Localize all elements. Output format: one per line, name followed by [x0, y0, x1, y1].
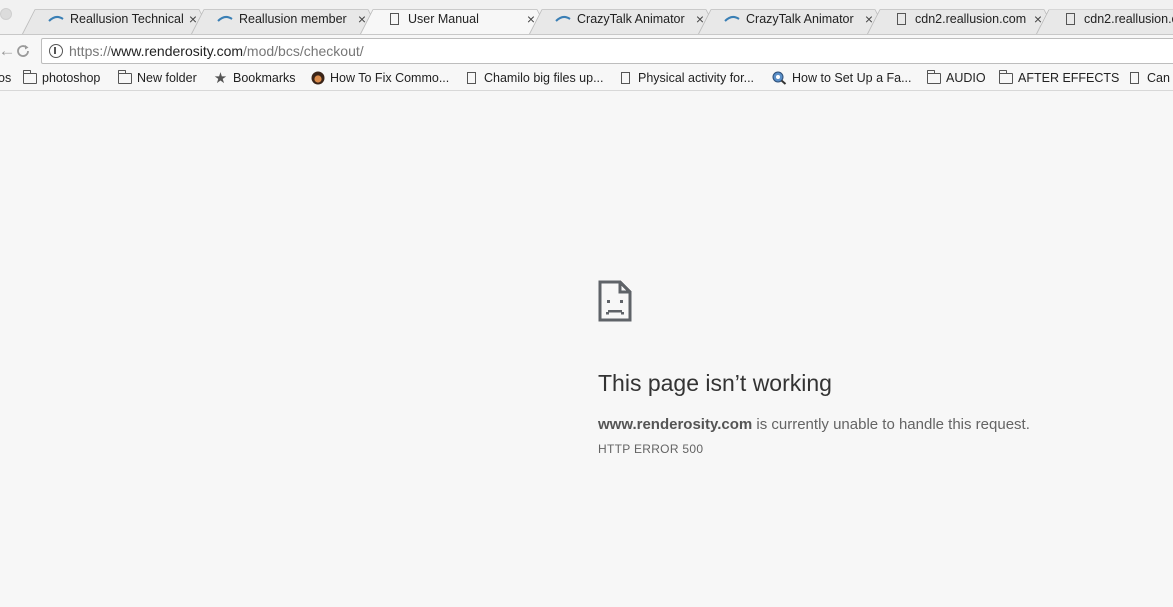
window-control-button[interactable] [0, 8, 12, 20]
folder-icon [926, 69, 941, 84]
reload-icon [17, 45, 29, 57]
bookmark-bookmarks[interactable]: ★ Bookmarks [213, 70, 296, 87]
tab-reallusion-technical[interactable]: Reallusion Technical × [22, 4, 212, 34]
bookmark-chamilo[interactable]: Chamilo big files up... [464, 70, 604, 86]
bookmark-label: AUDIO [946, 71, 986, 85]
reallusion-icon [217, 13, 233, 25]
sad-document-icon [598, 280, 632, 322]
error-message: www.renderosity.com is currently unable … [598, 416, 1118, 433]
error-message-text: is currently unable to handle this reque… [752, 416, 1030, 433]
tab-crazytalk-animator-2[interactable]: CrazyTalk Animator × [698, 4, 888, 34]
bookmarks-bar: os photoshop New folder ★ Bookmarks How … [0, 66, 1173, 91]
document-icon [893, 13, 909, 25]
bookmark-label: Can [1147, 71, 1170, 85]
bookmark-photoshop[interactable]: photoshop [22, 69, 101, 86]
bookmark-label: AFTER EFFECTS [1018, 71, 1120, 85]
bookmark-label: Bookmarks [233, 71, 296, 85]
bookmark-label: os [0, 71, 12, 85]
reallusion-icon [724, 13, 740, 25]
tab-title: CrazyTalk Animator [746, 12, 854, 26]
error-code: HTTP ERROR 500 [598, 442, 704, 456]
error-title: This page isn’t working [598, 370, 832, 396]
document-icon [464, 72, 479, 84]
tab-reallusion-member[interactable]: Reallusion member × [191, 4, 381, 34]
bookmark-new-folder[interactable]: New folder [117, 69, 197, 86]
address-bar[interactable]: https://www.renderosity.com/mod/bcs/chec… [41, 38, 1173, 64]
tab-title: User Manual [408, 12, 479, 26]
reallusion-icon [48, 13, 64, 25]
tab-title: cdn2.reallusion.c [1084, 12, 1173, 26]
bookmark-physical-activity[interactable]: Physical activity for... [618, 70, 754, 86]
site-info-icon[interactable] [49, 44, 63, 58]
folder-icon [998, 69, 1013, 84]
tab-title: cdn2.reallusion.com [915, 12, 1027, 26]
url-path: /mod/bcs/checkout/ [243, 43, 364, 59]
url-scheme: https:// [69, 43, 112, 59]
folder-icon [22, 69, 37, 84]
tab-crazytalk-animator-1[interactable]: CrazyTalk Animator × [529, 4, 719, 34]
browser-toolbar: ← https://www.renderosity.com/mod/bcs/ch… [0, 34, 1173, 66]
document-icon [618, 72, 633, 84]
bookmark-how-to-set-up[interactable]: How to Set Up a Fa... [772, 70, 912, 86]
bookmark-label: How To Fix Commo... [330, 71, 450, 85]
bookmark-audio[interactable]: AUDIO [926, 69, 986, 86]
tab-title: Reallusion Technical [70, 12, 184, 26]
reallusion-icon [555, 13, 571, 25]
bookmark-how-to-fix[interactable]: How To Fix Commo... [310, 70, 449, 86]
tab-title: CrazyTalk Animator [577, 12, 685, 26]
avatar-icon [310, 71, 325, 85]
document-icon [1062, 13, 1078, 25]
search-globe-icon [772, 71, 787, 85]
bookmark-label: photoshop [42, 71, 101, 85]
bookmark-label: Chamilo big files up... [484, 71, 604, 85]
url-host: www.renderosity.com [111, 43, 244, 59]
bookmark-os[interactable]: os [0, 70, 11, 86]
star-icon: ★ [213, 70, 228, 87]
document-icon [1127, 72, 1142, 84]
folder-icon [117, 69, 132, 84]
error-host: www.renderosity.com [598, 416, 753, 433]
tab-user-manual[interactable]: User Manual × [360, 4, 550, 34]
bookmark-label: Physical activity for... [638, 71, 755, 85]
reload-button[interactable] [13, 41, 33, 61]
tab-strip: Reallusion Technical × Reallusion member… [0, 0, 1173, 34]
tab-title: Reallusion member [239, 12, 347, 26]
tab-cdn2-reallusion-2[interactable]: cdn2.reallusion.c [1036, 4, 1173, 34]
error-page: This page isn’t working www.renderosity.… [598, 280, 1118, 456]
bookmark-label: New folder [137, 71, 197, 85]
tab-cdn2-reallusion-1[interactable]: cdn2.reallusion.com × [867, 4, 1057, 34]
document-icon [386, 13, 402, 25]
bookmark-label: How to Set Up a Fa... [792, 71, 912, 85]
bookmark-can[interactable]: Can [1127, 70, 1170, 86]
bookmark-after-effects[interactable]: AFTER EFFECTS [998, 69, 1120, 86]
